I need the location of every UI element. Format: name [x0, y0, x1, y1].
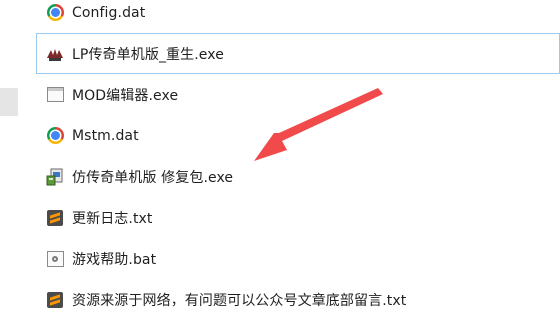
- sublime-icon: [46, 291, 64, 309]
- file-item-source-note-txt[interactable]: 资源来源于网络，有问题可以公众号文章底部留言.txt: [36, 279, 560, 320]
- file-name: LP传奇单机版_重生.exe: [72, 46, 224, 63]
- sublime-icon: [46, 209, 64, 227]
- navigation-selected-item[interactable]: [0, 88, 18, 116]
- installer-icon: [46, 168, 64, 186]
- app-window-icon: [46, 86, 64, 104]
- file-list: Config.dat LP传奇单机版_重生.exe MOD编辑器.exe Mst…: [36, 0, 560, 320]
- file-item-config-dat[interactable]: Config.dat: [36, 0, 560, 33]
- file-item-lp-exe[interactable]: LP传奇单机版_重生.exe: [36, 33, 560, 74]
- file-name: Mstm.dat: [72, 127, 139, 144]
- file-item-game-help-bat[interactable]: 游戏帮助.bat: [36, 238, 560, 279]
- batch-file-icon: [46, 250, 64, 268]
- file-name: 仿传奇单机版 修复包.exe: [72, 169, 234, 186]
- chrome-icon: [46, 4, 64, 22]
- file-name: 游戏帮助.bat: [72, 251, 157, 268]
- navigation-pane: [0, 0, 20, 309]
- file-item-mstm-dat[interactable]: Mstm.dat: [36, 115, 560, 156]
- file-name: 更新日志.txt: [72, 210, 153, 227]
- file-name: Config.dat: [72, 4, 146, 21]
- file-item-mod-editor-exe[interactable]: MOD编辑器.exe: [36, 74, 560, 115]
- file-item-repair-pack-exe[interactable]: 仿传奇单机版 修复包.exe: [36, 156, 560, 197]
- file-name: MOD编辑器.exe: [72, 87, 179, 104]
- file-name: 资源来源于网络，有问题可以公众号文章底部留言.txt: [72, 292, 407, 309]
- file-item-update-log-txt[interactable]: 更新日志.txt: [36, 197, 560, 238]
- lp-app-icon: [46, 45, 64, 63]
- chrome-icon: [46, 127, 64, 145]
